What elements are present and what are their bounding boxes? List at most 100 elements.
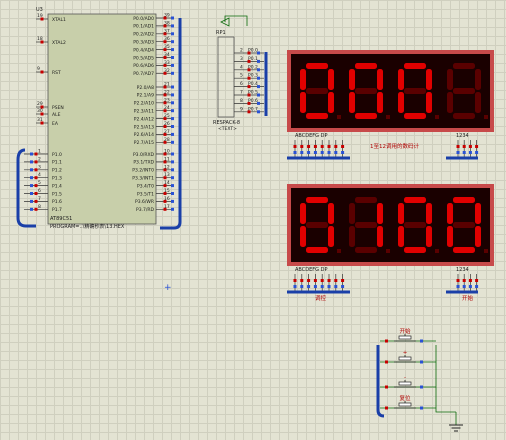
pin-terminal[interactable] [171, 63, 174, 67]
pin-terminal[interactable] [341, 151, 345, 154]
button-panel[interactable]: 开始 + - 复位 [376, 327, 463, 432]
pin-terminal[interactable] [300, 151, 304, 154]
pin-terminal[interactable] [313, 279, 317, 282]
pin-terminal[interactable] [320, 285, 324, 288]
pin-terminal[interactable] [475, 151, 479, 154]
pin-terminal[interactable] [171, 32, 174, 36]
pin-terminal[interactable] [420, 385, 423, 389]
pin-terminal[interactable] [468, 285, 472, 288]
pin-terminal[interactable] [30, 184, 33, 188]
pin-terminal[interactable] [313, 285, 317, 288]
pin-terminal[interactable] [30, 192, 33, 195]
button-cap[interactable] [398, 356, 412, 361]
display-top[interactable]: ABCDEFG DP 1234 1至12调用的数码计 [287, 50, 494, 158]
pin-terminal[interactable] [300, 145, 304, 148]
pin-terminal[interactable] [171, 71, 174, 75]
pin-terminal[interactable] [293, 285, 297, 288]
pin-terminal[interactable] [468, 145, 472, 148]
pin-terminal[interactable] [30, 207, 33, 211]
pin-terminal[interactable] [171, 168, 174, 172]
pin-terminal[interactable] [171, 117, 174, 121]
pin-terminal[interactable] [171, 152, 174, 156]
pin-terminal[interactable] [320, 279, 324, 282]
pin-terminal[interactable] [30, 199, 33, 203]
pin-terminal[interactable] [30, 160, 33, 164]
pin-terminal[interactable] [385, 385, 388, 389]
pin-terminal[interactable] [307, 285, 311, 288]
pin-terminal[interactable] [385, 360, 388, 364]
pin-terminal[interactable] [420, 406, 423, 410]
rp1-body[interactable] [217, 36, 235, 118]
pin-terminal[interactable] [462, 145, 466, 148]
mcu-p1-bus[interactable] [16, 148, 36, 228]
button-cap[interactable] [398, 402, 412, 407]
push-button-4[interactable]: 复位 [380, 394, 436, 410]
pin-terminal[interactable] [171, 16, 174, 20]
pin-terminal[interactable] [171, 48, 174, 52]
button-cap[interactable] [398, 381, 412, 386]
pin-terminal[interactable] [456, 285, 460, 288]
pin-terminal[interactable] [171, 24, 174, 28]
push-button-3[interactable]: - [380, 375, 436, 389]
pin-terminal[interactable] [171, 176, 174, 180]
pin-terminal[interactable] [30, 176, 33, 180]
pin-terminal[interactable] [385, 339, 388, 343]
pin-terminal[interactable] [341, 279, 345, 282]
pin-terminal[interactable] [300, 285, 304, 288]
pin-terminal[interactable] [327, 151, 331, 154]
pin-terminal[interactable] [313, 145, 317, 148]
pin-terminal[interactable] [171, 160, 174, 164]
pin-terminal[interactable] [462, 151, 466, 154]
pin-terminal[interactable] [171, 125, 174, 128]
pin-terminal[interactable] [293, 145, 297, 148]
pin-terminal[interactable] [171, 199, 174, 203]
pin-terminal[interactable] [385, 406, 388, 410]
pin-terminal[interactable] [334, 151, 338, 154]
pin-terminal[interactable] [171, 132, 174, 136]
pin-terminal[interactable] [475, 285, 479, 288]
push-button-2[interactable]: + [380, 350, 436, 364]
pin-terminal[interactable] [456, 145, 460, 148]
pin-terminal[interactable] [171, 85, 174, 89]
pin-terminal[interactable] [462, 279, 466, 282]
pin-terminal[interactable] [30, 168, 33, 172]
pin-terminal[interactable] [307, 279, 311, 282]
pin-terminal[interactable] [171, 192, 174, 195]
pin-terminal[interactable] [327, 279, 331, 282]
pin-terminal[interactable] [171, 40, 174, 44]
pin-terminal[interactable] [462, 285, 466, 288]
pin-terminal[interactable] [307, 151, 311, 154]
pin-terminal[interactable] [468, 279, 472, 282]
pin-terminal[interactable] [475, 279, 479, 282]
pin-terminal[interactable] [320, 151, 324, 154]
display-bottom[interactable]: ABCDEFG DP 1234 调控 开始 [287, 184, 494, 302]
pin-terminal[interactable] [341, 145, 345, 148]
pin-terminal[interactable] [334, 279, 338, 282]
pin-terminal[interactable] [171, 184, 174, 188]
schematic-canvas[interactable]: U3 19 XTAL1 18 XTAL2 9 RST 29 PSEN 30 ALE 31 EA 1 P1… [0, 0, 506, 440]
pin-terminal[interactable] [171, 56, 174, 59]
pin-terminal[interactable] [171, 93, 174, 97]
pin-terminal[interactable] [320, 145, 324, 148]
pin-terminal[interactable] [334, 145, 338, 148]
pin-terminal[interactable] [293, 279, 297, 282]
pin-terminal[interactable] [313, 151, 317, 154]
push-button-1[interactable]: 开始 [380, 327, 436, 343]
pin-terminal[interactable] [420, 360, 423, 364]
rp1-resistor-pack[interactable]: RP1 2 P0.0 3 P0.1 4 P0.2 5 P0.3 6 P0.4 7 P0.5 8 P0.6 9… [213, 15, 264, 132]
pin-terminal[interactable] [468, 151, 472, 154]
pin-terminal[interactable] [300, 279, 304, 282]
pin-terminal[interactable] [456, 279, 460, 282]
pin-terminal[interactable] [30, 152, 33, 156]
pin-terminal[interactable] [456, 151, 460, 154]
pin-terminal[interactable] [475, 145, 479, 148]
pin-terminal[interactable] [334, 285, 338, 288]
button-cap[interactable] [398, 335, 412, 340]
mcu-u3[interactable]: U3 19 XTAL1 18 XTAL2 9 RST 29 PSEN 30 ALE 31 EA 1 P1… [24, 7, 174, 230]
pin-terminal[interactable] [171, 140, 174, 144]
pin-terminal[interactable] [171, 101, 174, 105]
pin-terminal[interactable] [327, 145, 331, 148]
pin-terminal[interactable] [171, 109, 174, 113]
pin-terminal[interactable] [293, 151, 297, 154]
pin-terminal[interactable] [171, 207, 174, 211]
